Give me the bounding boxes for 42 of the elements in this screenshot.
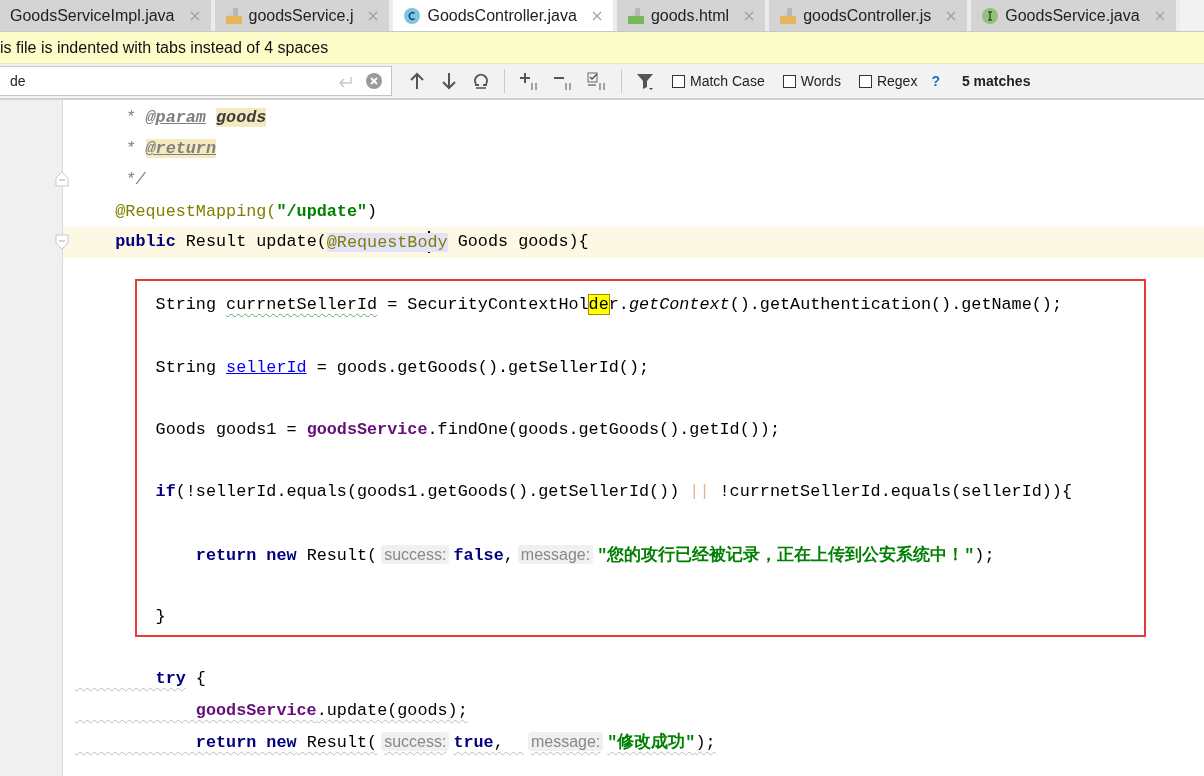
- editor-tab[interactable]: GoodsController.java: [393, 0, 617, 31]
- arrow-up-icon[interactable]: [408, 71, 426, 91]
- notification-text: is file is indented with tabs instead of 4 spaces: [0, 38, 329, 58]
- match-count: 5 matches: [961, 73, 1031, 89]
- interface-icon: [981, 6, 1000, 25]
- code-line: @RequestMapping("/update"): [114, 201, 378, 221]
- toggle-selection-icon[interactable]: [587, 71, 607, 91]
- js-file-icon: [224, 6, 243, 25]
- editor-tab[interactable]: goodsService.j: [214, 0, 394, 31]
- enter-icon: [337, 74, 355, 88]
- search-field[interactable]: de: [0, 66, 392, 96]
- code-line: goodsService.update(goods);: [194, 700, 468, 720]
- checkbox[interactable]: [782, 74, 796, 88]
- help-link[interactable]: ?: [931, 73, 940, 89]
- editor-tab[interactable]: GoodsServiceImpl.java: [0, 0, 215, 31]
- code-line: Goods goods1 = goodsService.findOne(goods.getGoods().getId());: [154, 419, 780, 439]
- code-line: return new Result( success: false, message: "您的攻行已经被记录，正在上传到公安系统中！");: [194, 543, 995, 566]
- close-icon[interactable]: [590, 9, 603, 22]
- js-file-icon: [779, 6, 798, 25]
- arrow-down-icon[interactable]: [440, 71, 458, 91]
- checkbox-label[interactable]: Words: [800, 73, 841, 89]
- checkbox[interactable]: [858, 74, 872, 88]
- html-file-icon: [626, 6, 645, 25]
- code-line: return new Result( success: true, message: "修改成功");: [194, 730, 716, 753]
- code-line: if(!sellerId.equals(goods1.getGoods().getSellerId()) || !currnetSellerId.equals(sellerId)){: [154, 482, 1072, 502]
- code-line: try {: [154, 669, 206, 689]
- checkbox-label[interactable]: Match Case: [690, 73, 765, 89]
- code-line: String sellerId = goods.getGoods().getSellerId();: [154, 357, 650, 377]
- checkbox[interactable]: [672, 74, 685, 88]
- class-icon: [403, 6, 422, 25]
- code-line: public Result update(@RequestBody Goods goods){: [114, 231, 589, 254]
- filter-icon[interactable]: [636, 71, 654, 91]
- checkbox-label[interactable]: Regex: [876, 73, 918, 89]
- editor-tab[interactable]: GoodsService.java: [971, 0, 1180, 31]
- clear-icon[interactable]: [365, 72, 383, 90]
- editor-tab[interactable]: goodsController.js: [769, 0, 972, 31]
- select-all-icon[interactable]: [472, 71, 490, 91]
- code-line: */: [124, 170, 146, 190]
- add-selection-icon[interactable]: [519, 71, 539, 91]
- code-line: * @param goods: [124, 108, 267, 128]
- editor-tab[interactable]: goods.html: [616, 0, 770, 31]
- code-line: }: [154, 607, 166, 627]
